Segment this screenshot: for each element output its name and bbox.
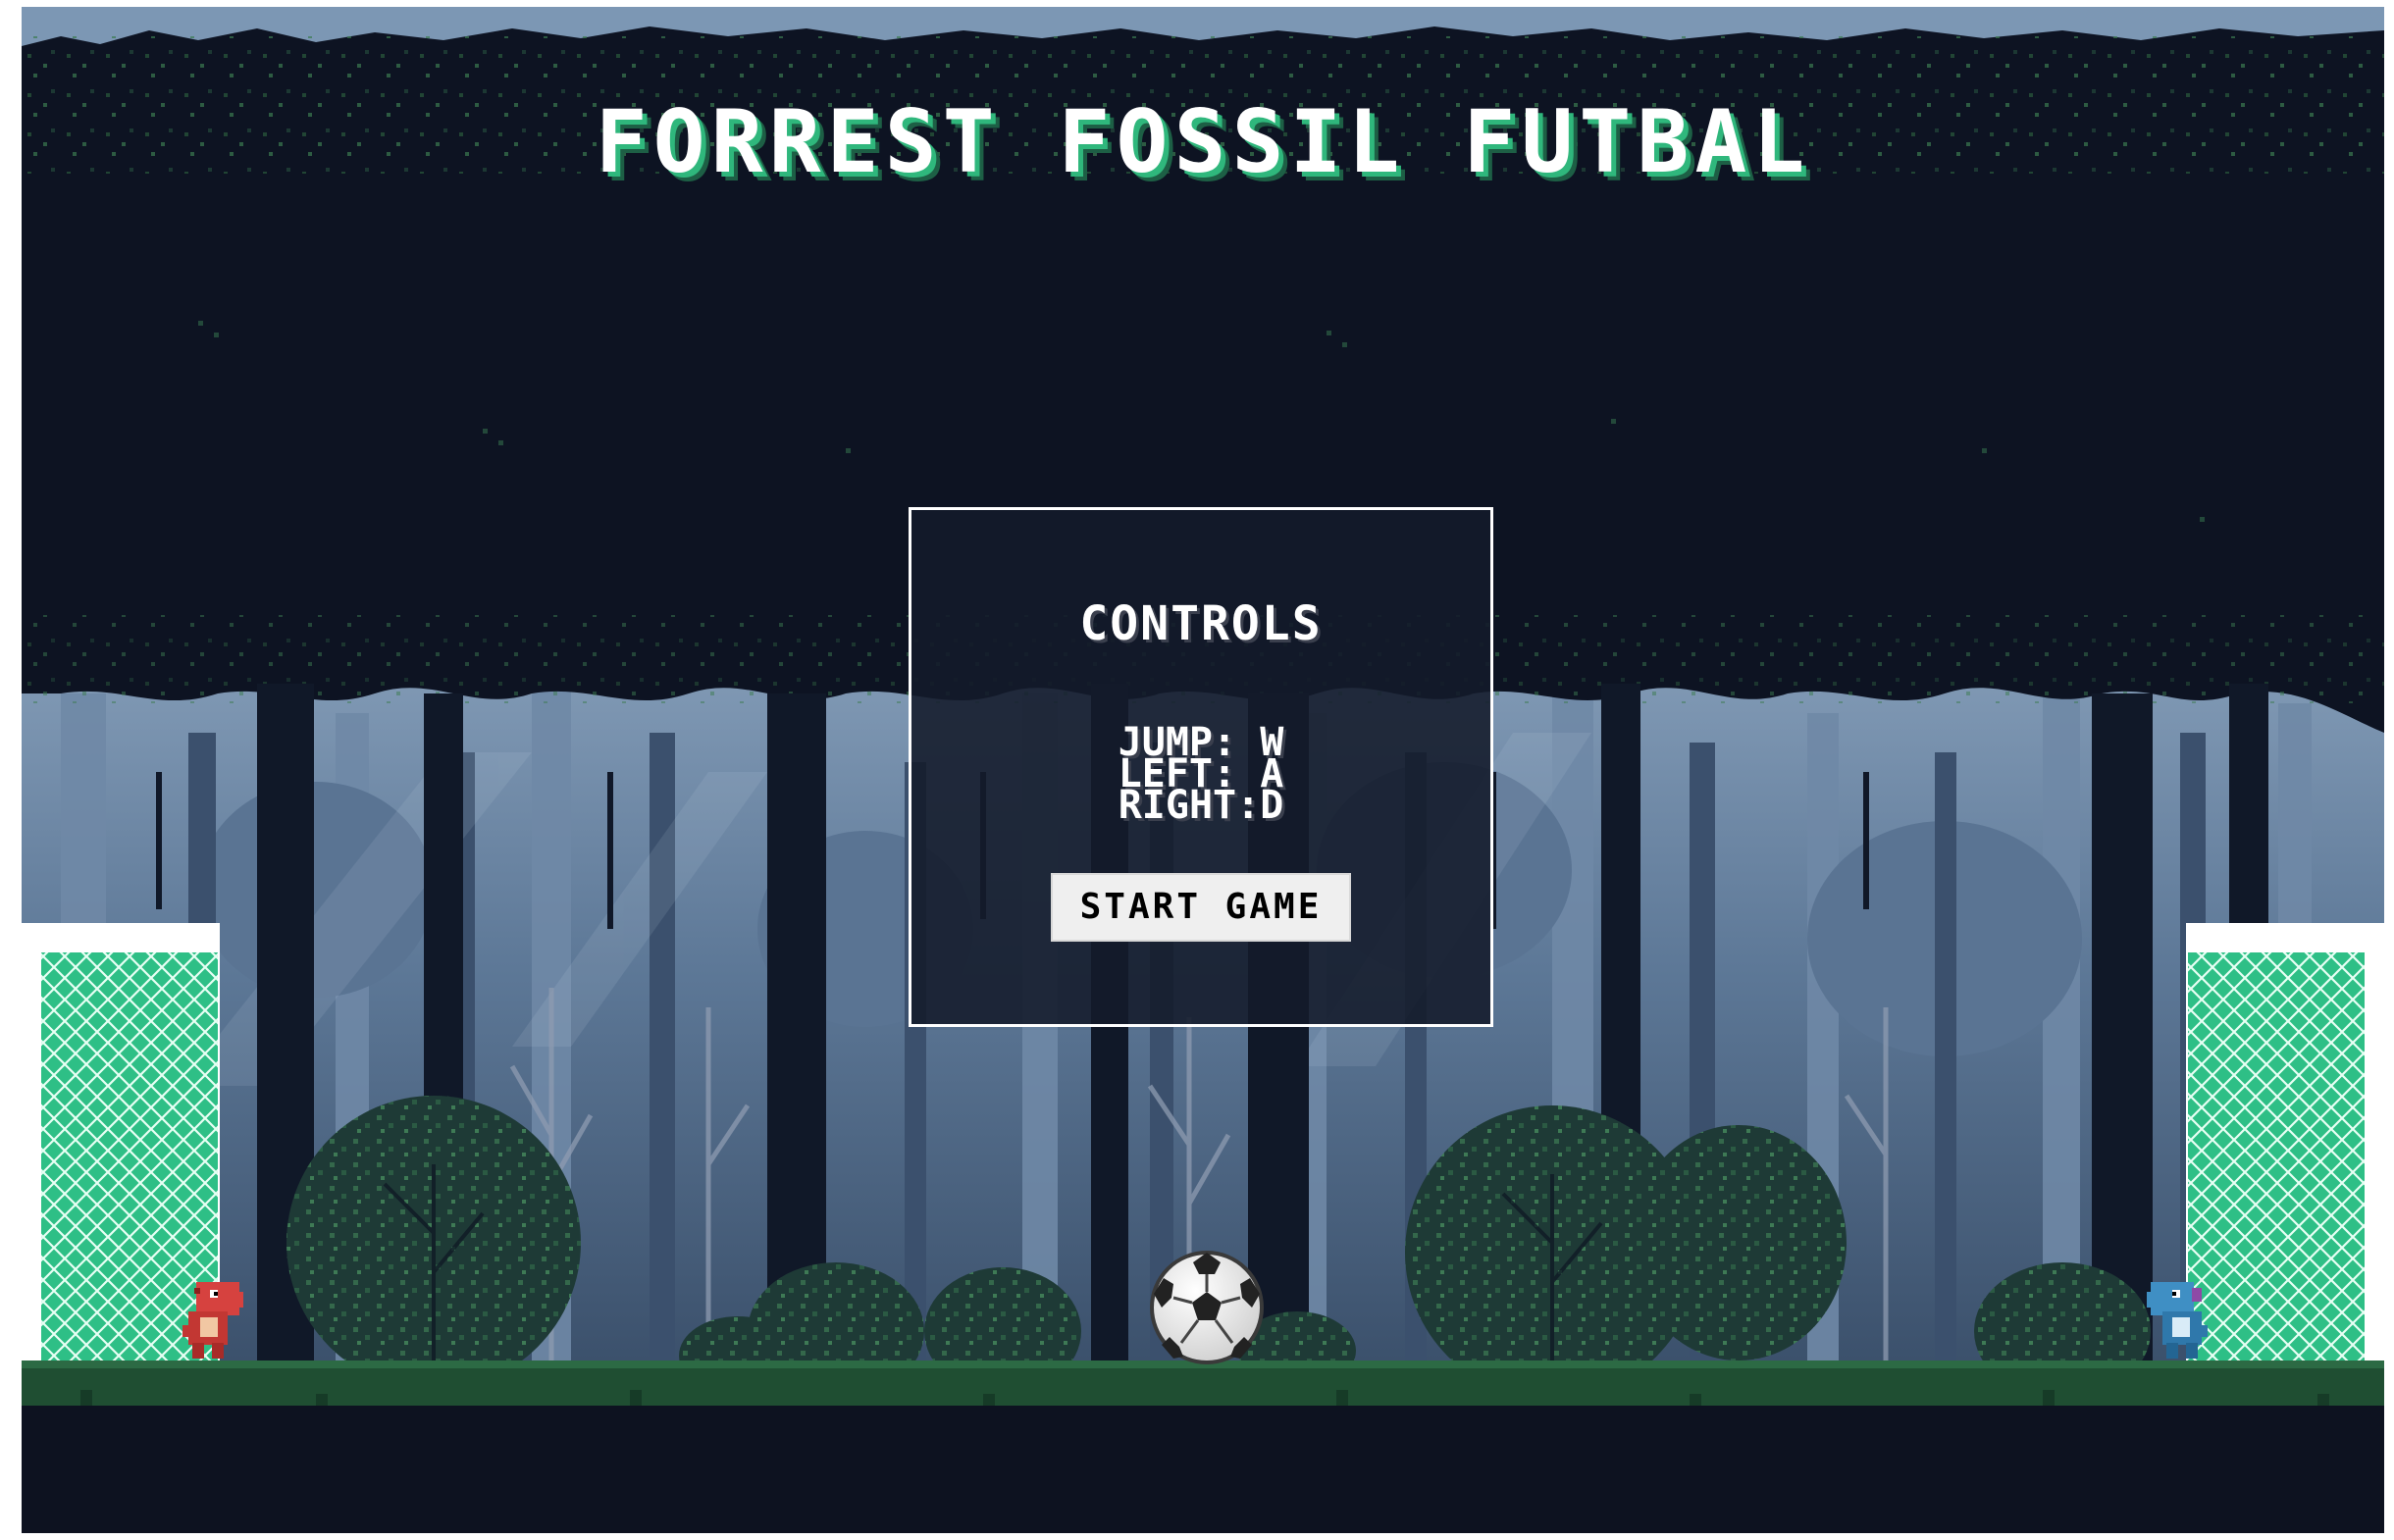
controls-panel: CONTROLS JUMP: W LEFT: A RIGHT:D START G… xyxy=(909,507,1493,1027)
soccer-ball-icon xyxy=(1150,1251,1264,1364)
control-right-key: D xyxy=(1260,783,1284,828)
control-row-right: RIGHT:D xyxy=(911,786,1490,825)
game-canvas[interactable]: FORREST FOSSIL FUTBAL CONTROLS JUMP: W L… xyxy=(22,7,2384,1533)
game-title: FORREST FOSSIL FUTBAL xyxy=(595,91,1811,192)
controls-heading: CONTROLS xyxy=(1079,596,1323,651)
right-goal-net xyxy=(2188,952,2365,1376)
start-game-button[interactable]: START GAME xyxy=(1051,873,1351,942)
control-right-label: RIGHT: xyxy=(1118,783,1261,828)
